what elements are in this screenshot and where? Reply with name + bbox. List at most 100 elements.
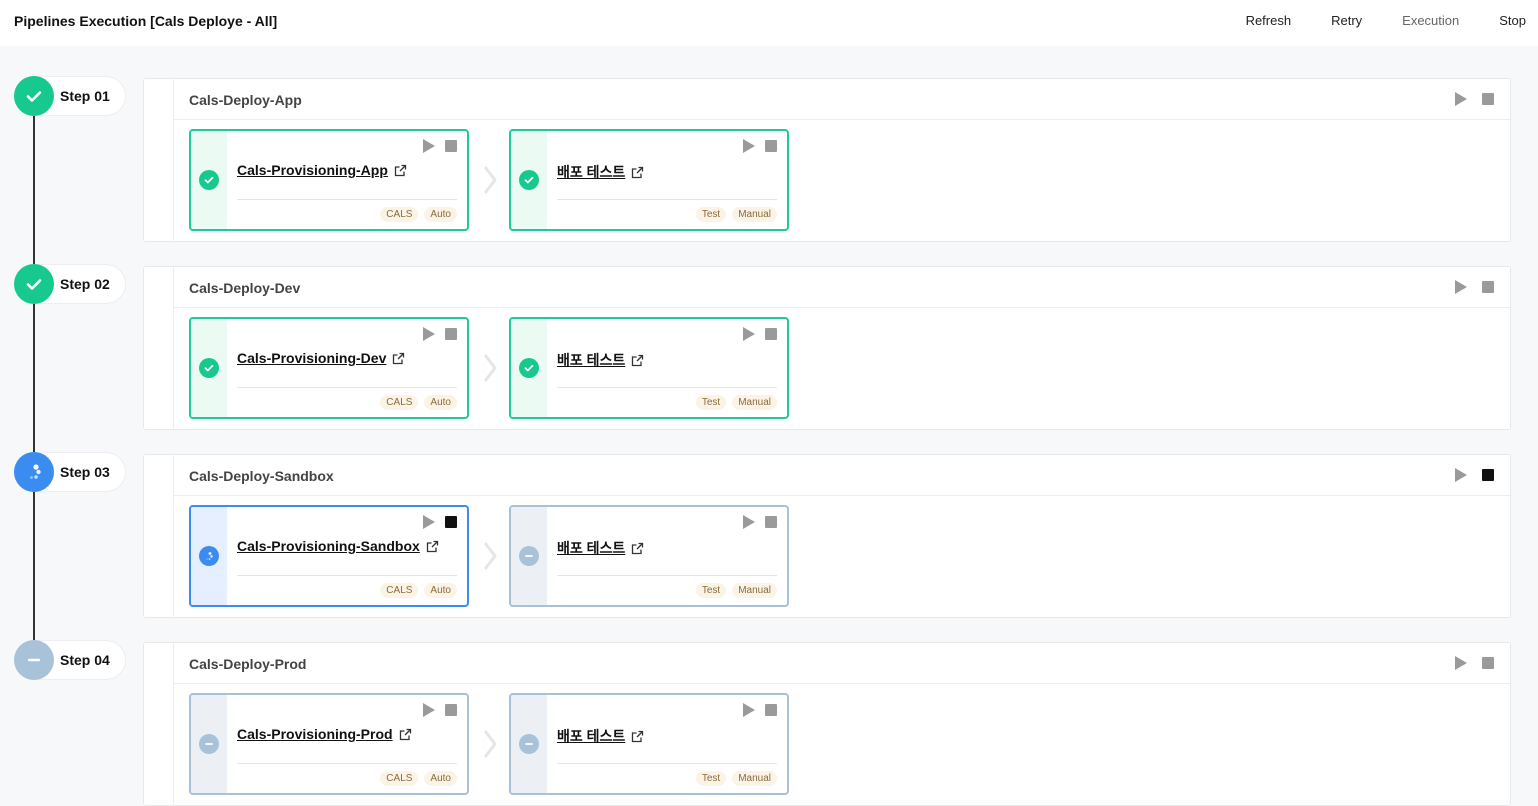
- tag-badge: Manual: [732, 583, 777, 598]
- play-icon[interactable]: [423, 515, 435, 529]
- divider: [174, 495, 1510, 496]
- job-controls: [743, 515, 777, 529]
- tag-badge: CALS: [380, 771, 419, 786]
- tag-badge: CALS: [380, 583, 419, 598]
- stage-controls: [1455, 280, 1494, 294]
- play-icon[interactable]: [1455, 468, 1467, 482]
- job-name-link[interactable]: 배포 테스트: [557, 538, 644, 558]
- step-title: Step 01: [60, 88, 110, 104]
- job-card[interactable]: Cals-Provisioning-Dev CALS Auto: [189, 317, 469, 419]
- stop-icon[interactable]: [445, 516, 457, 528]
- step-title: Step 04: [60, 652, 110, 668]
- stage-title: Cals-Deploy-Dev: [189, 280, 301, 296]
- stop-icon[interactable]: [765, 328, 777, 340]
- external-link-icon[interactable]: [631, 730, 644, 743]
- tag-badge: Auto: [424, 395, 457, 410]
- divider: [237, 763, 457, 764]
- job-card[interactable]: 배포 테스트 Test Manual: [509, 129, 789, 231]
- play-icon[interactable]: [743, 139, 755, 153]
- job-tags: CALS Auto: [380, 207, 457, 222]
- job-name[interactable]: Cals-Provisioning-App: [237, 162, 388, 178]
- play-icon[interactable]: [1455, 656, 1467, 670]
- job-status: [511, 131, 547, 229]
- external-link-icon[interactable]: [392, 352, 405, 365]
- execution-button[interactable]: Execution: [1402, 13, 1459, 28]
- job-name[interactable]: 배포 테스트: [557, 726, 625, 746]
- stop-icon[interactable]: [765, 516, 777, 528]
- job-name[interactable]: Cals-Provisioning-Sandbox: [237, 538, 420, 554]
- tag-badge: Manual: [732, 207, 777, 222]
- stop-icon[interactable]: [1482, 93, 1494, 105]
- play-icon[interactable]: [743, 327, 755, 341]
- job-name-link[interactable]: Cals-Provisioning-Dev: [237, 350, 405, 366]
- play-icon[interactable]: [423, 139, 435, 153]
- stage-title: Cals-Deploy-Sandbox: [189, 468, 334, 484]
- divider: [557, 387, 777, 388]
- job-controls: [423, 703, 457, 717]
- stop-icon[interactable]: [1482, 657, 1494, 669]
- stage-title: Cals-Deploy-Prod: [189, 656, 307, 672]
- job-name[interactable]: Cals-Provisioning-Prod: [237, 726, 393, 742]
- job-card[interactable]: Cals-Provisioning-App CALS Auto: [189, 129, 469, 231]
- job-name-link[interactable]: 배포 테스트: [557, 350, 644, 370]
- tag-badge: Manual: [732, 395, 777, 410]
- retry-button[interactable]: Retry: [1331, 13, 1362, 28]
- refresh-button[interactable]: Refresh: [1246, 13, 1292, 28]
- job-tags: CALS Auto: [380, 583, 457, 598]
- job-name-link[interactable]: Cals-Provisioning-Prod: [237, 726, 412, 742]
- stage-gutter: [144, 267, 174, 429]
- stop-icon[interactable]: [445, 140, 457, 152]
- stage-controls: [1455, 92, 1494, 106]
- play-icon[interactable]: [423, 703, 435, 717]
- stop-icon[interactable]: [1482, 281, 1494, 293]
- job-tags: Test Manual: [695, 395, 777, 410]
- job-name[interactable]: Cals-Provisioning-Dev: [237, 350, 386, 366]
- job-name[interactable]: 배포 테스트: [557, 350, 625, 370]
- play-icon[interactable]: [423, 327, 435, 341]
- tag-badge: Test: [695, 207, 727, 222]
- external-link-icon[interactable]: [426, 540, 439, 553]
- minus-icon: [199, 734, 219, 754]
- stop-icon[interactable]: [765, 140, 777, 152]
- job-name-link[interactable]: 배포 테스트: [557, 162, 644, 182]
- external-link-icon[interactable]: [631, 354, 644, 367]
- job-controls: [423, 139, 457, 153]
- play-icon[interactable]: [1455, 280, 1467, 294]
- stop-button[interactable]: Stop: [1499, 13, 1526, 28]
- stop-icon[interactable]: [765, 704, 777, 716]
- stage-gutter: [144, 79, 174, 241]
- external-link-icon[interactable]: [631, 542, 644, 555]
- job-card[interactable]: 배포 테스트 Test Manual: [509, 693, 789, 795]
- divider: [237, 575, 457, 576]
- job-name[interactable]: 배포 테스트: [557, 162, 625, 182]
- stage-gutter: [144, 455, 174, 617]
- job-card[interactable]: 배포 테스트 Test Manual: [509, 505, 789, 607]
- job-tags: CALS Auto: [380, 395, 457, 410]
- tag-badge: Auto: [424, 583, 457, 598]
- external-link-icon[interactable]: [394, 164, 407, 177]
- spinner-icon: [23, 461, 45, 483]
- external-link-icon[interactable]: [399, 728, 412, 741]
- job-name-link[interactable]: Cals-Provisioning-Sandbox: [237, 538, 439, 554]
- divider: [237, 199, 457, 200]
- check-icon: [23, 85, 45, 107]
- stop-icon[interactable]: [445, 704, 457, 716]
- job-name-link[interactable]: Cals-Provisioning-App: [237, 162, 407, 178]
- job-tags: Test Manual: [695, 771, 777, 786]
- stop-icon[interactable]: [1482, 469, 1494, 481]
- job-card[interactable]: 배포 테스트 Test Manual: [509, 317, 789, 419]
- play-icon[interactable]: [743, 515, 755, 529]
- job-controls: [743, 703, 777, 717]
- step-status-2: [14, 264, 54, 304]
- minus-icon: [23, 649, 45, 671]
- job-card[interactable]: Cals-Provisioning-Sandbox CALS Auto: [189, 505, 469, 607]
- stop-icon[interactable]: [445, 328, 457, 340]
- chevron-right-icon: [483, 541, 497, 571]
- play-icon[interactable]: [743, 703, 755, 717]
- play-icon[interactable]: [1455, 92, 1467, 106]
- job-card[interactable]: Cals-Provisioning-Prod CALS Auto: [189, 693, 469, 795]
- step-status-4: [14, 640, 54, 680]
- job-name-link[interactable]: 배포 테스트: [557, 726, 644, 746]
- job-name[interactable]: 배포 테스트: [557, 538, 625, 558]
- external-link-icon[interactable]: [631, 166, 644, 179]
